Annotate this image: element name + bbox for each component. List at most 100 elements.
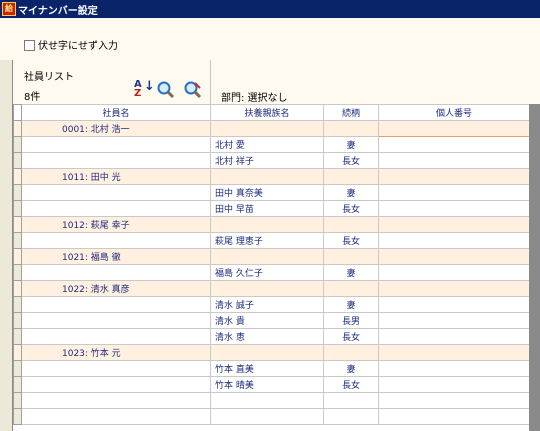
table-row[interactable]: 清水 恵長女 xyxy=(13,328,530,345)
row-header[interactable] xyxy=(13,376,22,393)
personal-number-cell[interactable] xyxy=(378,232,530,249)
table-row[interactable] xyxy=(13,392,530,409)
personal-number-cell[interactable] xyxy=(378,312,530,329)
employee-name-cell xyxy=(21,184,211,201)
sort-az-icon[interactable]: A Z ↓ xyxy=(134,80,155,100)
table-row[interactable]: 清水 貴長男 xyxy=(13,312,530,329)
column-header-relation[interactable]: 続柄 xyxy=(323,104,379,121)
row-header[interactable] xyxy=(13,264,22,281)
personal-number-cell[interactable] xyxy=(378,216,530,233)
employee-name-cell xyxy=(21,200,211,217)
personal-number-cell[interactable] xyxy=(378,328,530,345)
personal-number-cell[interactable] xyxy=(378,200,530,217)
row-header[interactable] xyxy=(13,280,22,297)
employee-name-cell: 1023: 竹本 元 xyxy=(21,344,211,361)
personal-number-cell[interactable] xyxy=(378,184,530,201)
personal-number-cell[interactable] xyxy=(378,280,530,297)
employee-name-cell xyxy=(21,392,211,409)
family-name-cell xyxy=(210,392,324,409)
relation-cell: 長女 xyxy=(323,376,379,393)
title-bar: 給 マイナンバー設定 xyxy=(0,0,540,18)
family-name-cell: 北村 愛 xyxy=(210,136,324,153)
relation-cell: 長女 xyxy=(323,200,379,217)
table-row[interactable]: 北村 祥子 長女 xyxy=(13,152,530,169)
mask-checkbox[interactable] xyxy=(24,40,35,51)
table-row[interactable]: 竹本 直美妻 xyxy=(13,360,530,377)
mask-checkbox-label[interactable]: 伏せ字にせず入力 xyxy=(38,37,118,52)
personal-number-cell[interactable] xyxy=(378,120,530,137)
column-header-family[interactable]: 扶養親族名 xyxy=(210,104,324,121)
row-header[interactable] xyxy=(13,120,22,137)
relation-cell xyxy=(323,168,379,185)
table-row[interactable]: 1022: 清水 真彦 xyxy=(13,280,530,297)
employee-name-cell xyxy=(21,136,211,153)
list-title: 社員リスト xyxy=(24,72,74,83)
employee-name-cell: 1022: 清水 真彦 xyxy=(21,280,211,297)
relation-cell xyxy=(323,248,379,265)
row-header[interactable] xyxy=(13,360,22,377)
vertical-scrollbar[interactable] xyxy=(529,104,540,431)
personal-number-cell[interactable] xyxy=(378,360,530,377)
table-row[interactable]: 1011: 田中 光 xyxy=(13,168,530,185)
row-header-corner xyxy=(13,104,22,121)
personal-number-cell[interactable] xyxy=(378,344,530,361)
relation-cell xyxy=(323,120,379,137)
employee-grid-body: 社員名 扶養親族名 続柄 個人番号 0001: 北村 浩一 北村 愛妻北村 祥子長… xyxy=(13,104,530,425)
row-header[interactable] xyxy=(13,216,22,233)
column-header-number[interactable]: 個人番号 xyxy=(378,104,530,121)
table-row[interactable]: 萩尾 理恵子 長女 xyxy=(13,232,530,249)
table-row[interactable]: 竹本 晴美 長女 xyxy=(13,376,530,393)
row-header[interactable] xyxy=(13,200,22,217)
row-header[interactable] xyxy=(13,248,22,265)
employee-name-cell xyxy=(21,264,211,281)
personal-number-cell[interactable] xyxy=(378,152,530,169)
relation-cell: 妻 xyxy=(323,184,379,201)
employee-grid: 社員名 扶養親族名 続柄 個人番号 0001: 北村 浩一 北村 愛妻北村 祥子長… xyxy=(13,104,530,425)
header-divider xyxy=(210,60,211,104)
table-row[interactable] xyxy=(13,408,530,425)
row-header[interactable] xyxy=(13,312,22,329)
family-name-cell: 田中 真奈美 xyxy=(210,184,324,201)
personal-number-cell[interactable] xyxy=(378,296,530,313)
relation-cell: 妻 xyxy=(323,264,379,281)
personal-number-cell[interactable] xyxy=(378,376,530,393)
employee-name-cell xyxy=(21,360,211,377)
row-header[interactable] xyxy=(13,168,22,185)
personal-number-cell[interactable] xyxy=(378,392,530,409)
employee-name-cell: 1012: 萩尾 幸子 xyxy=(21,216,211,233)
family-name-cell: 竹本 晴美 xyxy=(210,376,324,393)
row-header[interactable] xyxy=(13,296,22,313)
table-row[interactable]: 田中 真奈美妻 xyxy=(13,184,530,201)
table-row[interactable]: 1012: 萩尾 幸子 xyxy=(13,216,530,233)
department-filter-label[interactable]: 部門: 選択なし xyxy=(221,89,288,104)
personal-number-cell[interactable] xyxy=(378,408,530,425)
table-row[interactable]: 1023: 竹本 元 xyxy=(13,344,530,361)
table-row[interactable]: 清水 誠子妻 xyxy=(13,296,530,313)
column-header-employee[interactable]: 社員名 xyxy=(21,104,211,121)
personal-number-cell[interactable] xyxy=(378,264,530,281)
employee-name-cell xyxy=(21,232,211,249)
table-row[interactable]: 福島 久仁子妻 xyxy=(13,264,530,281)
zoom-out-icon[interactable] xyxy=(183,80,203,100)
table-row[interactable]: 1021: 福島 徹 xyxy=(13,248,530,265)
table-row[interactable]: 北村 愛妻 xyxy=(13,136,530,153)
personal-number-cell[interactable] xyxy=(378,248,530,265)
personal-number-cell[interactable] xyxy=(378,168,530,185)
row-header[interactable] xyxy=(13,232,22,249)
row-header[interactable] xyxy=(13,392,22,409)
table-row[interactable]: 田中 早苗 長女 xyxy=(13,200,530,217)
relation-cell xyxy=(323,344,379,361)
row-header[interactable] xyxy=(13,152,22,169)
row-header[interactable] xyxy=(13,136,22,153)
family-name-cell: 清水 誠子 xyxy=(210,296,324,313)
relation-cell xyxy=(323,392,379,409)
personal-number-cell[interactable] xyxy=(378,136,530,153)
row-header[interactable] xyxy=(13,344,22,361)
row-header[interactable] xyxy=(13,328,22,345)
table-row[interactable]: 0001: 北村 浩一 xyxy=(13,120,530,137)
relation-cell: 長男 xyxy=(323,312,379,329)
list-header: 社員リスト 8件 A Z ↓ 部門: 選択なし xyxy=(13,60,540,105)
row-header[interactable] xyxy=(13,408,22,425)
row-header[interactable] xyxy=(13,184,22,201)
zoom-in-icon[interactable] xyxy=(156,80,176,100)
